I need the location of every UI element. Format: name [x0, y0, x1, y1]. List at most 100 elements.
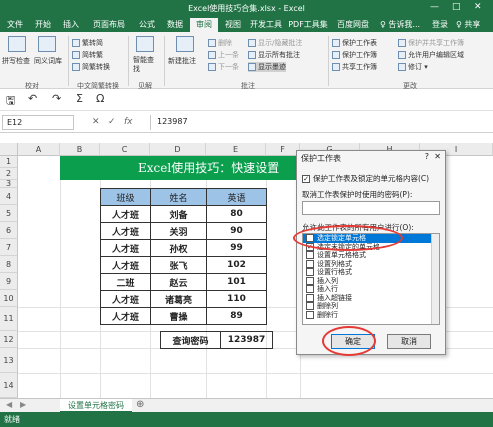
enter-icon[interactable]: ✓ — [108, 117, 116, 127]
row-header[interactable]: 11 — [0, 307, 18, 331]
column-header[interactable]: C — [100, 143, 150, 156]
password-input[interactable] — [302, 201, 440, 215]
login-link[interactable]: 登录 — [432, 19, 448, 30]
class-cell[interactable]: 人才班 — [100, 256, 151, 274]
password-label-cell[interactable]: 查询密码 — [160, 331, 221, 349]
row-header[interactable]: 7 — [0, 239, 18, 256]
name-cell[interactable]: 赵云 — [150, 273, 207, 291]
row-header[interactable]: 9 — [0, 273, 18, 290]
row-header[interactable]: 13 — [0, 348, 18, 373]
scroll-right-icon[interactable]: ▶ — [20, 400, 26, 409]
row-header[interactable]: 12 — [0, 331, 18, 348]
track-changes-button[interactable]: 修订 ▾ — [398, 62, 428, 72]
share-button[interactable]: ♀ 共享 — [456, 19, 480, 30]
select-all-corner[interactable] — [0, 143, 18, 156]
tab-baidu-pan[interactable]: 百度网盘 — [332, 18, 374, 32]
protect-workbook-button[interactable]: 保护工作簿 — [332, 50, 377, 60]
maximize-button[interactable]: □ — [452, 2, 461, 12]
next-comment-button[interactable]: 下一条 — [208, 62, 239, 72]
class-cell[interactable]: 人才班 — [100, 239, 151, 257]
list-item[interactable]: 插入列 — [303, 276, 439, 286]
formula-input[interactable]: 123987 — [150, 115, 490, 130]
show-all-comments-button[interactable]: 显示所有批注 — [248, 50, 300, 60]
score-cell[interactable]: 101 — [206, 273, 267, 291]
password-value-cell[interactable]: 123987 — [220, 331, 273, 349]
list-item[interactable]: 插入行 — [303, 285, 439, 294]
header-cell[interactable]: 姓名 — [150, 188, 207, 206]
name-cell[interactable]: 诸葛亮 — [150, 290, 207, 308]
tab-page-layout[interactable]: 页面布局 — [86, 18, 132, 32]
score-cell[interactable]: 90 — [206, 222, 267, 240]
redo-icon[interactable]: ↷ — [52, 92, 61, 105]
save-icon[interactable]: 🖫 — [6, 92, 15, 111]
protect-share-button[interactable]: 保护并共享工作簿 — [398, 38, 464, 48]
list-item[interactable]: 设置列格式 — [303, 259, 439, 269]
list-item[interactable]: 设置单元格格式 — [303, 251, 439, 260]
dialog-close-icon[interactable]: ✕ — [434, 152, 441, 161]
smart-lookup-button[interactable]: 智能查找 — [133, 56, 159, 74]
new-comment-button[interactable]: 新建批注 — [168, 56, 196, 66]
cancel-button[interactable]: 取消 — [387, 334, 431, 349]
list-scrollbar[interactable] — [431, 234, 439, 324]
tab-view[interactable]: 视图 — [220, 18, 246, 32]
cancel-icon[interactable]: ✕ — [92, 117, 100, 127]
list-item[interactable]: 插入超链接 — [303, 293, 439, 303]
show-ink-button[interactable]: 显示墨迹 — [248, 62, 286, 72]
prev-comment-button[interactable]: 上一条 — [208, 50, 239, 60]
tab-home[interactable]: 开始 — [30, 18, 56, 32]
list-item[interactable]: 删除列 — [303, 302, 439, 311]
score-cell[interactable]: 102 — [206, 256, 267, 274]
tab-pdf-tools[interactable]: PDF工具集 — [286, 18, 330, 32]
score-cell[interactable]: 99 — [206, 239, 267, 257]
undo-icon[interactable]: ↶ — [28, 92, 37, 105]
column-header[interactable]: A — [18, 143, 60, 156]
sheet-tab[interactable]: 设置单元格密码 — [60, 399, 132, 413]
symbol-icon[interactable]: Ω — [96, 92, 104, 105]
row-header[interactable]: 10 — [0, 290, 18, 307]
help-icon[interactable]: ? — [425, 152, 429, 161]
row-header[interactable]: 4 — [0, 188, 18, 205]
column-header[interactable]: E — [206, 143, 266, 156]
score-cell[interactable]: 89 — [206, 307, 267, 325]
row-header[interactable]: 3 — [0, 180, 18, 188]
show-hide-comment-button[interactable]: 显示/隐藏批注 — [248, 38, 302, 48]
share-workbook-button[interactable]: 共享工作簿 — [332, 62, 377, 72]
trad-to-simp-button[interactable]: 繁转简 — [72, 38, 103, 48]
sum-icon[interactable]: Σ — [76, 92, 83, 105]
delete-comment-button[interactable]: 删除 — [208, 38, 232, 48]
name-cell[interactable]: 刘备 — [150, 205, 207, 223]
tab-developer[interactable]: 开发工具 — [248, 18, 284, 32]
thesaurus-button[interactable]: 同义词库 — [34, 56, 62, 66]
score-cell[interactable]: 80 — [206, 205, 267, 223]
row-header[interactable]: 8 — [0, 256, 18, 273]
add-sheet-icon[interactable]: ⊕ — [136, 399, 144, 410]
tab-insert[interactable]: 插入 — [58, 18, 84, 32]
tab-data[interactable]: 数据 — [162, 18, 188, 32]
class-cell[interactable]: 人才班 — [100, 222, 151, 240]
column-header[interactable]: D — [150, 143, 206, 156]
allow-edit-ranges-button[interactable]: 允许用户编辑区域 — [398, 50, 464, 60]
class-cell[interactable]: 人才班 — [100, 205, 151, 223]
row-header[interactable]: 5 — [0, 205, 18, 222]
protect-contents-checkbox[interactable]: ✓ 保护工作表及锁定的单元格内容(C) — [302, 173, 429, 184]
header-cell[interactable]: 英语 — [206, 188, 267, 206]
column-header[interactable]: F — [266, 143, 300, 156]
minimize-button[interactable]: — — [430, 2, 439, 12]
class-cell[interactable]: 人才班 — [100, 307, 151, 325]
tab-file[interactable]: 文件 — [2, 18, 28, 32]
function-icon[interactable]: fx — [124, 117, 133, 127]
protect-sheet-button[interactable]: 保护工作表 — [332, 38, 377, 48]
name-cell[interactable]: 关羽 — [150, 222, 207, 240]
row-header[interactable]: 14 — [0, 373, 18, 398]
class-cell[interactable]: 二班 — [100, 273, 151, 291]
name-cell[interactable]: 曹操 — [150, 307, 207, 325]
row-header[interactable]: 6 — [0, 222, 18, 239]
scroll-left-icon[interactable]: ◀ — [6, 400, 12, 409]
class-cell[interactable]: 人才班 — [100, 290, 151, 308]
name-box[interactable]: E12 — [2, 115, 74, 130]
column-header[interactable]: B — [60, 143, 100, 156]
name-cell[interactable]: 张飞 — [150, 256, 207, 274]
header-cell[interactable]: 班级 — [100, 188, 151, 206]
row-header[interactable]: 1 — [0, 156, 18, 168]
tab-formulas[interactable]: 公式 — [134, 18, 160, 32]
